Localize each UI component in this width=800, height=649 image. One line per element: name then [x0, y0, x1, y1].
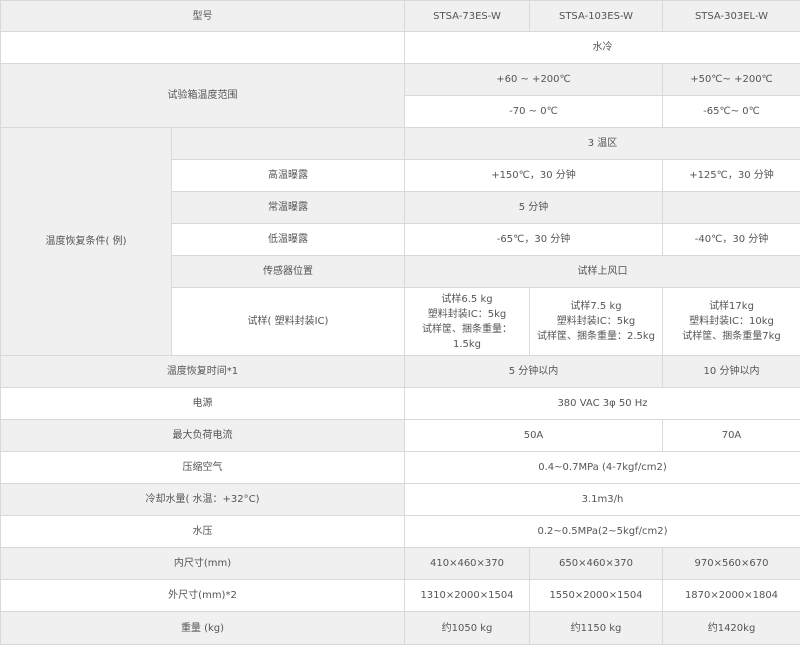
header-label: 型号 — [0, 0, 405, 32]
temp-range-high-a: +60 ~ +200℃ — [404, 63, 663, 96]
water-pressure-label: 水压 — [0, 515, 405, 548]
compressed-air-row: 压缩空气 0.4~0.7MPa (4-7kgf/cm2) — [0, 451, 800, 484]
sample-model-2-line: 试样7.5 kg — [570, 301, 622, 312]
weight-2: 约1150 kg — [529, 611, 663, 645]
normal-exposure-label: 常温曝露 — [171, 191, 405, 224]
inner-size-1: 410×460×370 — [404, 547, 530, 580]
recovery-time-a: 5 分钟以内 — [404, 355, 663, 388]
weight-3: 约1420kg — [662, 611, 800, 645]
sample-model-2-line: 塑料封装IC：5kg — [556, 316, 636, 327]
water-pressure-value: 0.2~0.5MPa(2~5kgf/cm2) — [404, 515, 800, 548]
normal-exposure-a: 5 分钟 — [404, 191, 663, 224]
power-value: 380 VAC 3φ 50 Hz — [404, 387, 800, 420]
recovery-zones: 3 温区 — [404, 127, 800, 160]
sample-model-3: 试样17kg 塑料封装IC：10kg 试样筐、捆条重量7kg — [662, 287, 800, 356]
cooling-label — [0, 31, 405, 64]
sample-model-1-line: 试样6.5 kg — [441, 293, 493, 305]
sensor-label: 传感器位置 — [171, 255, 405, 288]
temp-range-low-a: -70 ~ 0℃ — [404, 95, 663, 128]
temp-range-high-b: +50℃~ +200℃ — [662, 63, 800, 96]
max-current-a: 50A — [404, 419, 663, 452]
max-current-row: 最大负荷电流 50A 70A — [0, 419, 800, 452]
sample-model-3-line: 试样17kg — [709, 301, 754, 312]
cooling-row: 水冷 — [0, 31, 800, 64]
model-1: STSA-73ES-W — [404, 0, 530, 32]
sample-model-1-line: 塑料封装IC：5kg — [427, 308, 507, 320]
max-current-b: 70A — [662, 419, 800, 452]
low-exposure-label: 低温曝露 — [171, 223, 405, 256]
temp-range-low-b: -65℃~ 0℃ — [662, 95, 800, 128]
outer-size-label: 外尺寸(mm)*2 — [0, 579, 405, 612]
weight-label: 重量 (kg) — [0, 611, 405, 645]
compressed-air-value: 0.4~0.7MPa (4-7kgf/cm2) — [404, 451, 800, 484]
sample-model-2: 试样7.5 kg 塑料封装IC：5kg 试样筐、捆条重量：2.5kg — [529, 287, 663, 356]
header-row: 型号 STSA-73ES-W STSA-103ES-W STSA-303EL-W — [0, 0, 800, 32]
sample-model-1-line: 试样筐、捆条重量： — [422, 323, 512, 335]
recovery-time-b: 10 分钟以内 — [662, 355, 800, 388]
temp-range-label: 试验箱温度范围 — [0, 63, 405, 128]
recovery-zones-blank — [171, 127, 405, 160]
sample-model-3-line: 塑料封装IC：10kg — [689, 316, 774, 327]
recovery-zones-row: 温度恢复条件( 例) 3 温区 — [0, 127, 800, 356]
max-current-label: 最大负荷电流 — [0, 419, 405, 452]
model-3: STSA-303EL-W — [662, 0, 800, 32]
spec-table: 型号 STSA-73ES-W STSA-103ES-W STSA-303EL-W… — [0, 0, 800, 645]
weight-row: 重量 (kg) 约1050 kg 约1150 kg 约1420kg — [0, 611, 800, 645]
cooling-water-value: 3.1m3/h — [404, 483, 800, 516]
power-label: 电源 — [0, 387, 405, 420]
inner-size-label: 内尺寸(mm) — [0, 547, 405, 580]
high-exposure-b: +125℃，30 分钟 — [662, 159, 800, 192]
recovery-time-label: 温度恢复时间*1 — [0, 355, 405, 388]
water-pressure-row: 水压 0.2~0.5MPa(2~5kgf/cm2) — [0, 515, 800, 548]
recovery-label: 温度恢复条件( 例) — [0, 127, 172, 356]
low-exposure-b: -40℃，30 分钟 — [662, 223, 800, 256]
cooling-value: 水冷 — [404, 31, 800, 64]
sample-label: 试样( 塑料封装IC) — [171, 287, 405, 356]
cooling-water-label: 冷却水量( 水温：+32°C) — [0, 483, 405, 516]
inner-size-row: 内尺寸(mm) 410×460×370 650×460×370 970×560×… — [0, 547, 800, 580]
low-exposure-a: -65℃，30 分钟 — [404, 223, 663, 256]
sensor-value: 试样上风口 — [404, 255, 800, 288]
recovery-time-row: 温度恢复时间*1 5 分钟以内 10 分钟以内 — [0, 355, 800, 388]
outer-size-3: 1870×2000×1804 — [662, 579, 800, 612]
normal-exposure-b — [662, 191, 800, 224]
outer-size-1: 1310×2000×1504 — [404, 579, 530, 612]
model-2: STSA-103ES-W — [529, 0, 663, 32]
high-exposure-label: 高温曝露 — [171, 159, 405, 192]
sample-model-3-line: 试样筐、捆条重量7kg — [682, 331, 781, 342]
inner-size-3: 970×560×670 — [662, 547, 800, 580]
sample-model-1-line: 1.5kg — [452, 338, 482, 350]
high-exposure-a: +150℃，30 分钟 — [404, 159, 663, 192]
sample-model-2-line: 试样筐、捆条重量：2.5kg — [536, 331, 656, 342]
outer-size-2: 1550×2000×1504 — [529, 579, 663, 612]
sample-model-1: 试样6.5 kg 塑料封装IC：5kg 试样筐、捆条重量： 1.5kg — [404, 287, 530, 356]
power-row: 电源 380 VAC 3φ 50 Hz — [0, 387, 800, 420]
inner-size-2: 650×460×370 — [529, 547, 663, 580]
cooling-water-row: 冷却水量( 水温：+32°C) 3.1m3/h — [0, 483, 800, 516]
temp-range-row-high: 试验箱温度范围 +60 ~ +200℃ +50℃~ +200℃ — [0, 63, 800, 128]
compressed-air-label: 压缩空气 — [0, 451, 405, 484]
outer-size-row: 外尺寸(mm)*2 1310×2000×1504 1550×2000×1504 … — [0, 579, 800, 612]
weight-1: 约1050 kg — [404, 611, 530, 645]
